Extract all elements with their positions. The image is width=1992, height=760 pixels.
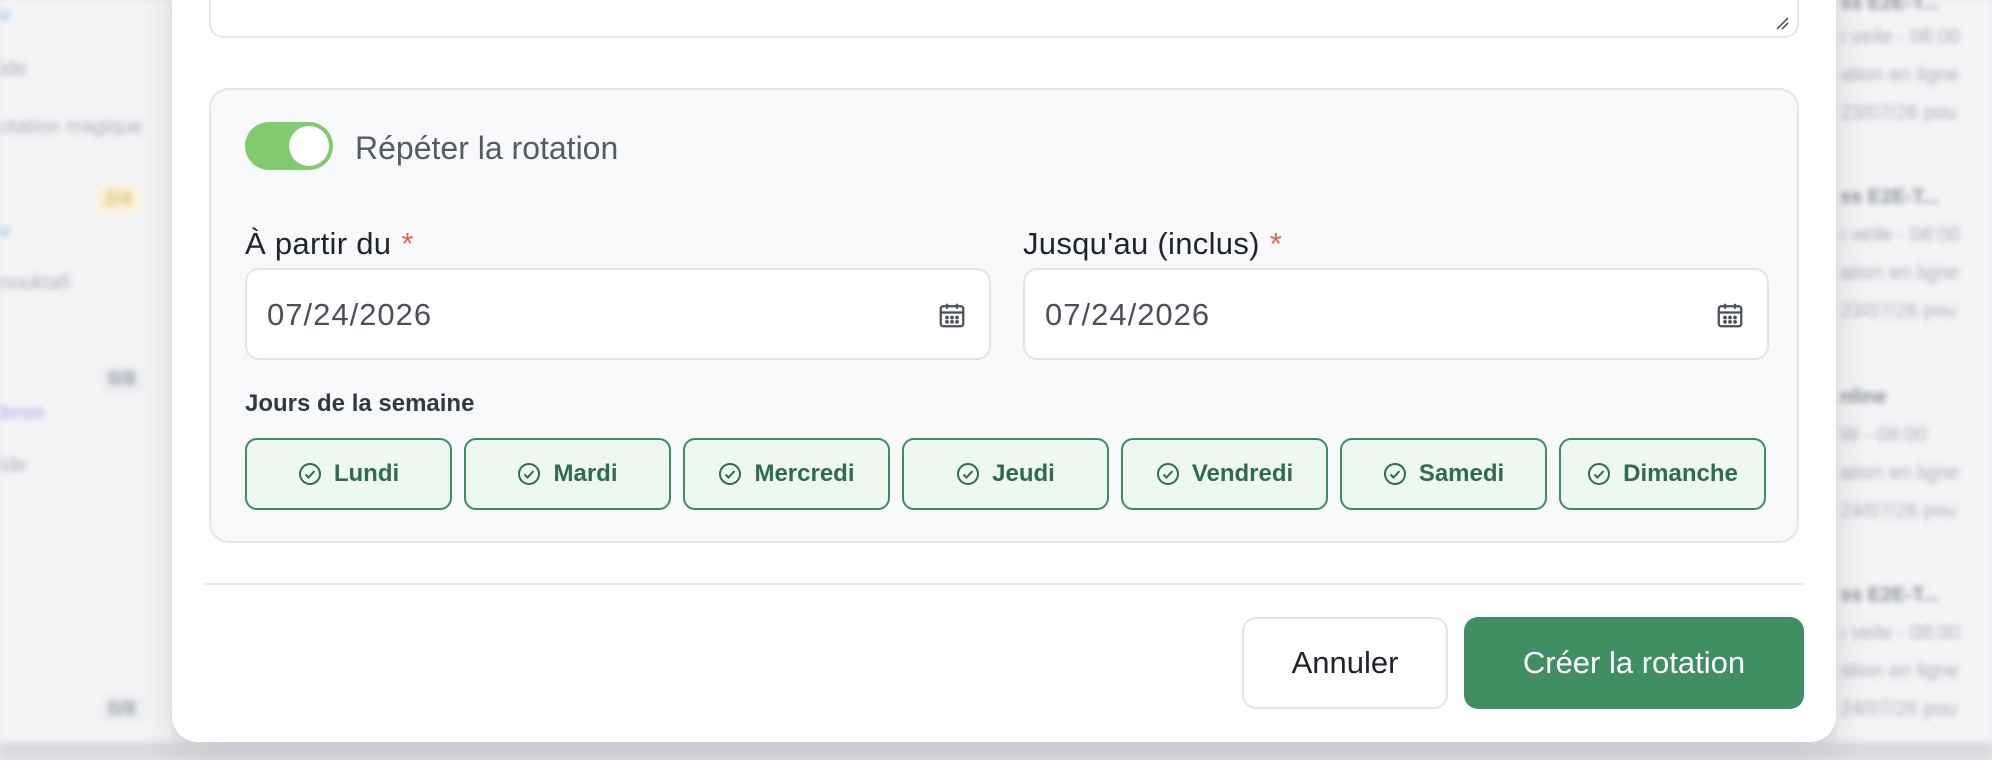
check-circle-icon <box>1383 463 1406 485</box>
notes-textarea[interactable] <box>209 0 1799 38</box>
repeat-toggle[interactable] <box>245 122 333 170</box>
background-text: 24/07/26 pou <box>1840 500 1957 522</box>
background-text: ation en ligne <box>1840 660 1959 682</box>
background-text: bron <box>0 402 45 424</box>
until-date-label-text: Jusqu'au (inclus) <box>1023 226 1260 261</box>
background-text: ide <box>0 58 27 80</box>
day-label: Vendredi <box>1191 460 1294 487</box>
check-circle-icon <box>1156 463 1179 485</box>
background-text: nline <box>1840 386 1887 408</box>
from-date-label-text: À partir du <box>245 226 392 261</box>
day-label: Dimanche <box>1623 460 1738 487</box>
check-circle-icon <box>1588 463 1611 485</box>
background-text: ss E2E-T... <box>1840 584 1939 606</box>
cancel-button[interactable]: Annuler <box>1242 617 1448 709</box>
background-text: ation en ligne <box>1840 64 1959 86</box>
background-text: ı veile - 08:00 <box>1840 26 1961 48</box>
day-chip-mardi[interactable]: Mardi <box>464 438 671 510</box>
day-chip-samedi[interactable]: Samedi <box>1340 438 1547 510</box>
weekdays-label: Jours de la semaine <box>245 390 475 417</box>
background-text: ation en ligne <box>1840 462 1959 484</box>
background-text: 23/07/26 pou <box>1840 102 1957 124</box>
footer-divider <box>205 583 1803 585</box>
background-bottom-strip <box>0 742 1992 760</box>
background-text: ation en ligne <box>1840 262 1959 284</box>
day-chip-lundi[interactable]: Lundi <box>245 438 452 510</box>
day-label: Mardi <box>553 460 618 487</box>
background-text: ss E2E-T... <box>1840 186 1939 208</box>
check-circle-icon <box>298 463 321 485</box>
background-text: ı veile - 08:00 <box>1840 224 1961 246</box>
from-date-label: À partir du * <box>245 226 414 262</box>
repeat-toggle-label: Répéter la rotation <box>355 130 619 166</box>
background-right-list: ss E2E-T... ı veile - 08:00 ation en lig… <box>1836 0 1992 760</box>
background-text: v <box>0 220 10 242</box>
required-mark: * <box>401 226 414 261</box>
check-circle-icon <box>518 463 541 485</box>
calendar-icon[interactable] <box>1715 300 1745 330</box>
day-chip-vendredi[interactable]: Vendredi <box>1121 438 1328 510</box>
background-left-list: v ide otation magique 2/4 v nouktafi 0/8… <box>0 0 172 760</box>
create-rotation-button[interactable]: Créer la rotation <box>1464 617 1804 709</box>
repeat-rotation-panel: Répéter la rotation À partir du * 07/24/2… <box>209 88 1799 543</box>
background-badge: 0/8 <box>100 696 144 723</box>
background-text: W - 08:00 <box>1840 424 1927 446</box>
toggle-knob <box>289 126 329 166</box>
background-text: ı veile - 08:00 <box>1840 622 1961 644</box>
calendar-icon[interactable] <box>937 300 967 330</box>
background-text: 23/07/26 pou <box>1840 300 1957 322</box>
create-rotation-dialog: Répéter la rotation À partir du * 07/24/2… <box>172 0 1836 742</box>
background-text: nouktafi <box>0 272 71 294</box>
background-text: 24/07/26 pou <box>1840 698 1957 720</box>
day-label: Lundi <box>333 460 400 487</box>
day-chip-dimanche[interactable]: Dimanche <box>1559 438 1766 510</box>
check-circle-icon <box>957 463 980 485</box>
background-badge: 2/4 <box>96 186 140 213</box>
background-badge: 0/8 <box>100 366 144 393</box>
check-circle-icon <box>719 463 742 485</box>
day-chip-mercredi[interactable]: Mercredi <box>683 438 890 510</box>
until-date-input[interactable]: 07/24/2026 <box>1023 268 1769 360</box>
background-text: otation magique <box>0 116 143 138</box>
background-text: ss E2E-T... <box>1840 0 1939 14</box>
background-text: v <box>0 4 10 26</box>
day-chip-jeudi[interactable]: Jeudi <box>902 438 1109 510</box>
until-date-value: 07/24/2026 <box>1045 297 1211 332</box>
day-label: Samedi <box>1418 460 1505 487</box>
day-label: Jeudi <box>992 460 1055 487</box>
until-date-label: Jusqu'au (inclus) * <box>1023 226 1282 262</box>
from-date-input[interactable]: 07/24/2026 <box>245 268 991 360</box>
required-mark: * <box>1269 226 1283 261</box>
resize-handle-icon[interactable] <box>1775 16 1789 30</box>
day-label: Mercredi <box>754 460 855 487</box>
from-date-value: 07/24/2026 <box>267 297 433 332</box>
background-text: ide <box>0 454 27 476</box>
